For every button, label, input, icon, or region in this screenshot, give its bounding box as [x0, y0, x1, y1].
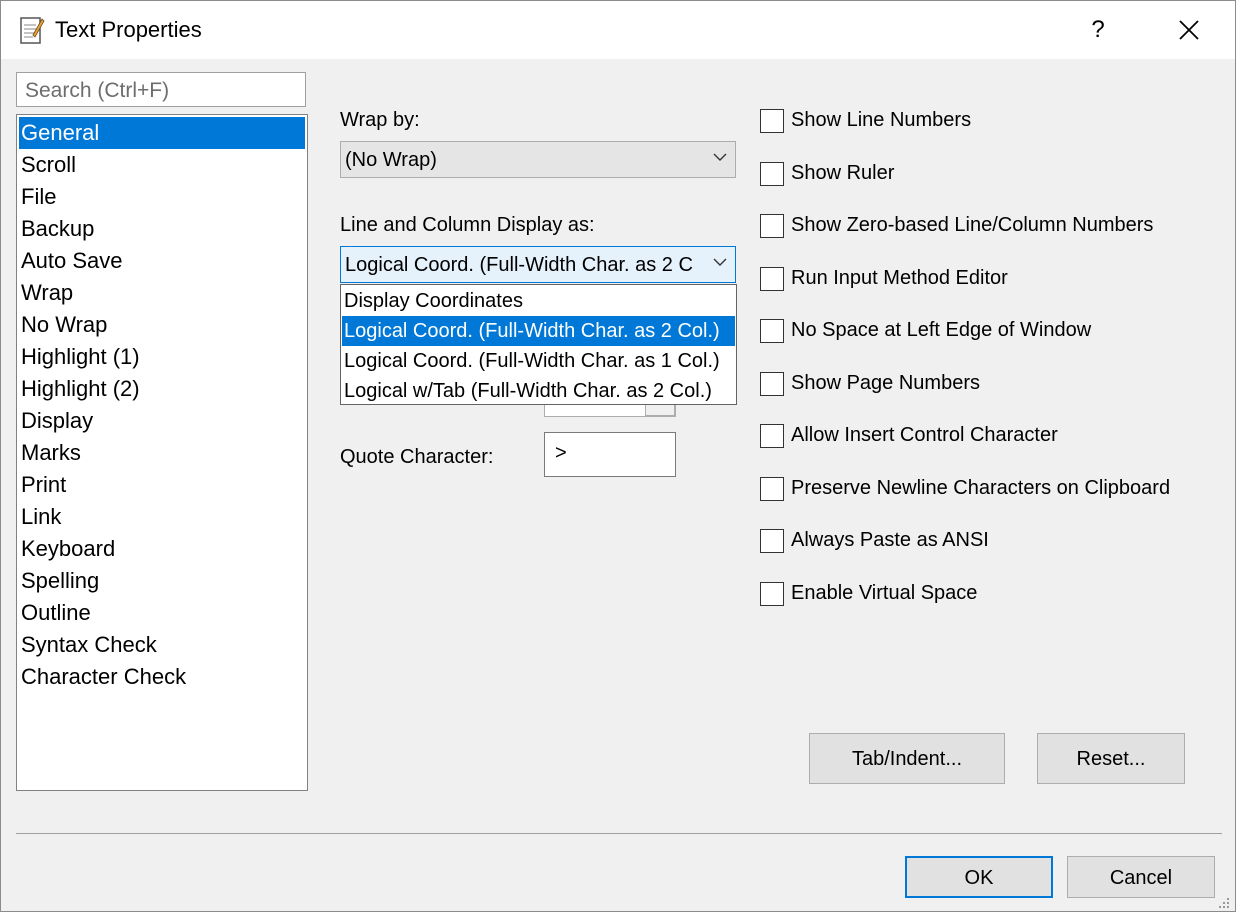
nav-item-print[interactable]: Print: [19, 469, 305, 501]
nav-item-keyboard[interactable]: Keyboard: [19, 533, 305, 565]
checkbox[interactable]: [760, 109, 784, 133]
dropdown-option[interactable]: Logical Coord. (Full-Width Char. as 2 Co…: [342, 316, 735, 346]
checkbox-label: Enable Virtual Space: [791, 582, 978, 604]
nav-item-no-wrap[interactable]: No Wrap: [19, 309, 305, 341]
quote-character-label: Quote Character:: [340, 446, 494, 468]
divider: [16, 833, 1222, 834]
dropdown-option[interactable]: Logical w/Tab (Full-Width Char. as 2 Col…: [342, 376, 735, 406]
nav-item-character-check[interactable]: Character Check: [19, 661, 305, 693]
quote-character-input[interactable]: >: [544, 432, 676, 477]
wrap-by-label: Wrap by:: [340, 109, 420, 131]
checkbox-label: Show Ruler: [791, 162, 895, 184]
dialog-title: Text Properties: [55, 17, 202, 42]
dropdown-option[interactable]: Logical Coord. (Full-Width Char. as 1 Co…: [342, 346, 735, 376]
nav-item-outline[interactable]: Outline: [19, 597, 305, 629]
checkbox-label: Preserve Newline Characters on Clipboard: [791, 477, 1171, 499]
checkbox[interactable]: [760, 477, 784, 501]
checkbox-label: No Space at Left Edge of Window: [791, 319, 1092, 341]
nav-item-wrap[interactable]: Wrap: [19, 277, 305, 309]
checkbox-label: Always Paste as ANSI: [791, 529, 989, 551]
nav-item-marks[interactable]: Marks: [19, 437, 305, 469]
wrap-by-select[interactable]: (No Wrap): [340, 141, 736, 178]
dropdown-option[interactable]: Display Coordinates: [342, 286, 735, 316]
wrap-by-value: (No Wrap): [345, 149, 437, 171]
nav-item-scroll[interactable]: Scroll: [19, 149, 305, 181]
ok-button[interactable]: OK: [905, 856, 1053, 898]
checkbox[interactable]: [760, 424, 784, 448]
search-placeholder: Search (Ctrl+F): [25, 79, 170, 102]
line-column-display-label: Line and Column Display as:: [340, 214, 595, 236]
chevron-down-icon: [713, 258, 727, 266]
nav-item-auto-save[interactable]: Auto Save: [19, 245, 305, 277]
resize-grip-icon[interactable]: [1215, 894, 1231, 910]
line-column-display-select[interactable]: Logical Coord. (Full-Width Char. as 2 C: [340, 246, 736, 283]
reset-button[interactable]: Reset...: [1037, 733, 1185, 784]
checkbox-label: Show Zero-based Line/Column Numbers: [791, 214, 1154, 236]
close-button[interactable]: [1167, 9, 1211, 51]
nav-item-backup[interactable]: Backup: [19, 213, 305, 245]
checkbox-label: Show Line Numbers: [791, 109, 972, 131]
checkbox[interactable]: [760, 214, 784, 238]
tab-indent-button[interactable]: Tab/Indent...: [809, 733, 1005, 784]
line-column-display-value: Logical Coord. (Full-Width Char. as 2 C: [345, 254, 693, 276]
checkbox-label: Show Page Numbers: [791, 372, 980, 394]
search-input[interactable]: Search (Ctrl+F): [16, 72, 306, 107]
checkbox[interactable]: [760, 162, 784, 186]
checkbox[interactable]: [760, 267, 784, 291]
checkbox[interactable]: [760, 319, 784, 343]
notepad-icon: [19, 15, 45, 45]
checkbox-label: Allow Insert Control Character: [791, 424, 1058, 446]
nav-item-file[interactable]: File: [19, 181, 305, 213]
title-bar: Text Properties ?: [1, 1, 1235, 59]
cancel-button[interactable]: Cancel: [1067, 856, 1215, 898]
checkbox[interactable]: [760, 582, 784, 606]
text-properties-dialog: Text Properties ? Search (Ctrl+F) Genera…: [0, 0, 1236, 912]
close-icon: [1179, 20, 1199, 40]
nav-item-spelling[interactable]: Spelling: [19, 565, 305, 597]
category-list[interactable]: General Scroll File Backup Auto Save Wrap No W…: [16, 114, 308, 791]
nav-item-highlight-1[interactable]: Highlight (1): [19, 341, 305, 373]
checkbox-label: Run Input Method Editor: [791, 267, 1008, 289]
nav-item-link[interactable]: Link: [19, 501, 305, 533]
nav-item-display[interactable]: Display: [19, 405, 305, 437]
checkbox[interactable]: [760, 529, 784, 553]
checkbox[interactable]: [760, 372, 784, 396]
nav-item-highlight-2[interactable]: Highlight (2): [19, 373, 305, 405]
help-button[interactable]: ?: [1077, 9, 1119, 51]
nav-item-syntax-check[interactable]: Syntax Check: [19, 629, 305, 661]
line-column-dropdown-list[interactable]: Display Coordinates Logical Coord. (Full-…: [340, 284, 737, 405]
chevron-down-icon: [713, 153, 727, 161]
nav-item-general[interactable]: General: [19, 117, 305, 149]
quote-character-value: >: [555, 442, 567, 464]
